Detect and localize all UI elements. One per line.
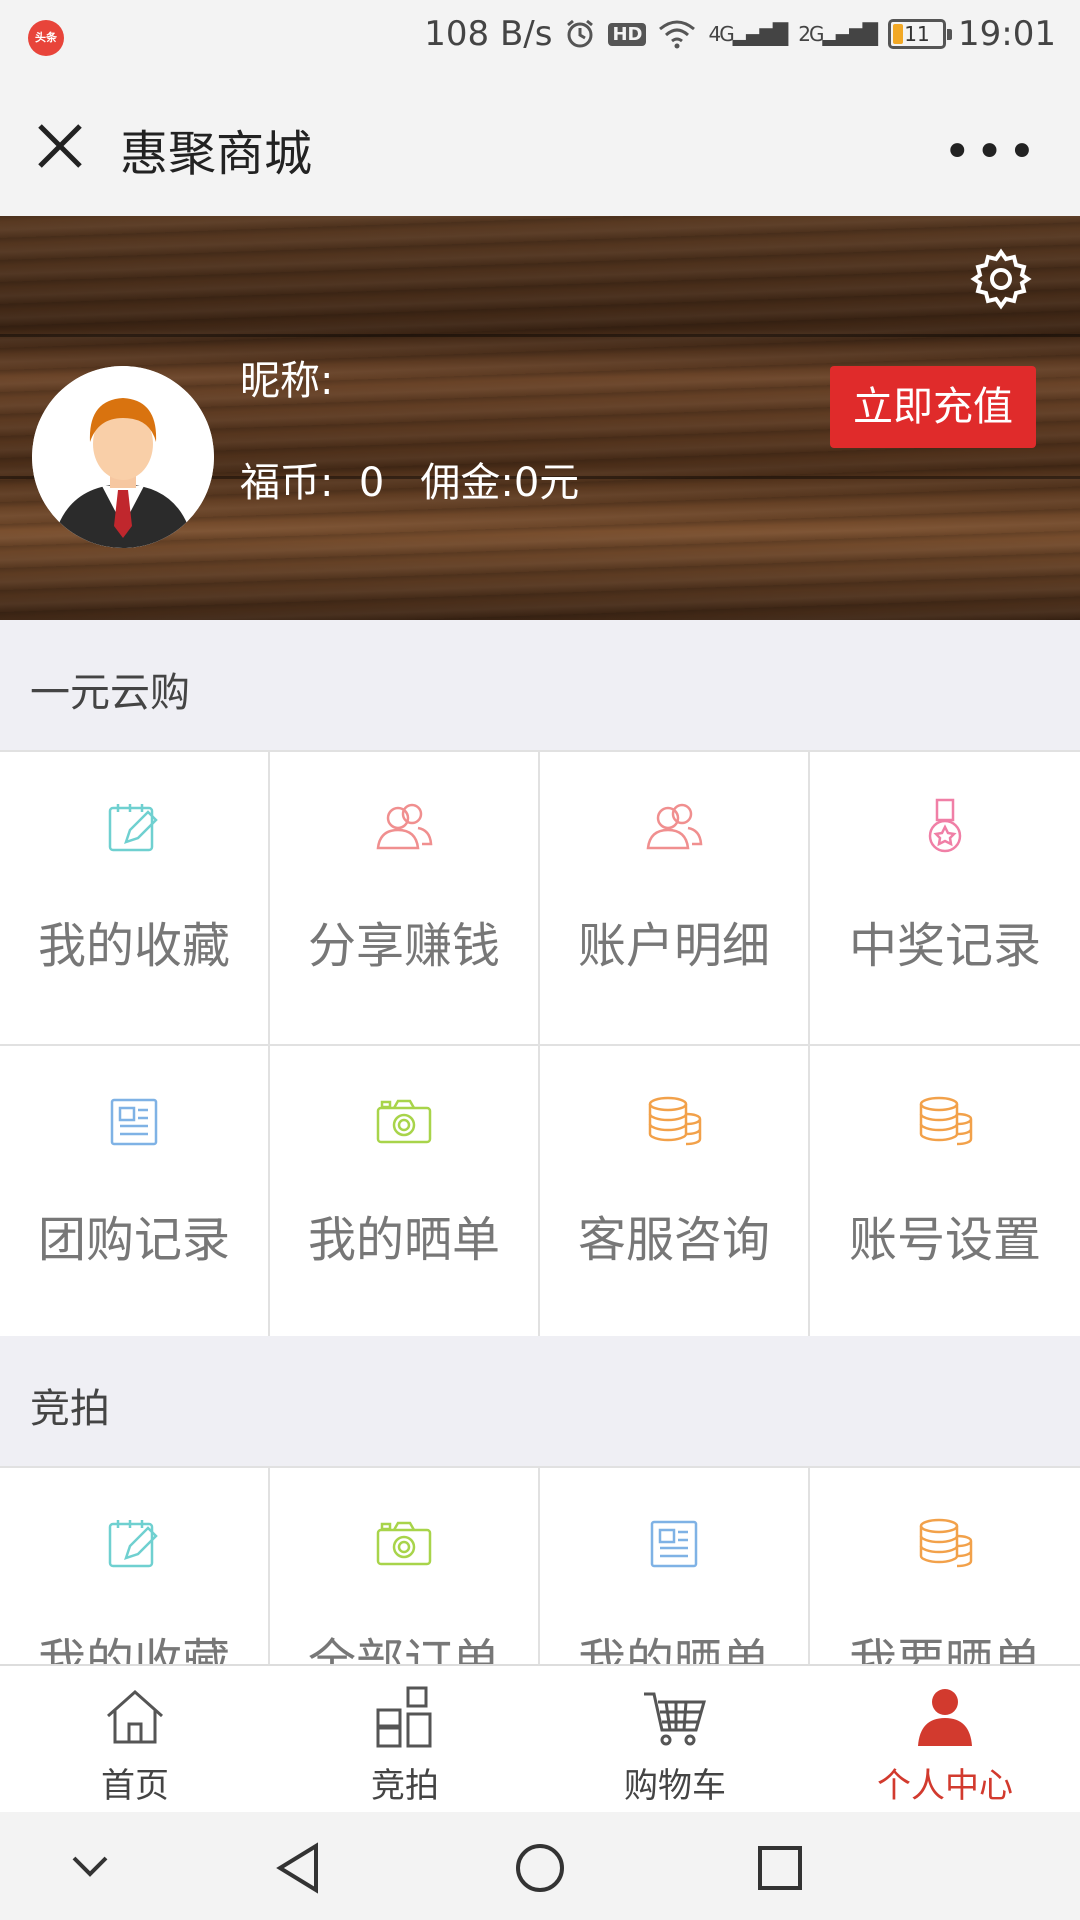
menu-item-account-details[interactable]: 账户明细 [540, 752, 810, 1046]
menu-item-label: 账户明细 [577, 918, 770, 974]
commission-value: 0元 [513, 460, 580, 506]
menu-item-customer-service[interactable]: 客服咨询 [540, 1046, 810, 1340]
commission-label: 佣金: [420, 460, 514, 506]
collapse-icon[interactable] [66, 1842, 114, 1890]
users-icon [376, 803, 433, 850]
menu-item-label: 分享赚钱 [307, 918, 500, 974]
section-header-yiyuan: 一元云购 [0, 620, 1080, 750]
document-icon [650, 1520, 698, 1568]
coins-icon [648, 1096, 702, 1146]
camera-icon [376, 1099, 432, 1144]
tab-label: 首页 [101, 1766, 169, 1806]
page: 头条 108 B/s HD 4G▂▄▆█ 2G▂▄▆█ 11 19:01 惠聚商… [0, 0, 1080, 1920]
tab-profile[interactable]: 个人中心 [810, 1666, 1080, 1812]
tab-auction[interactable]: 竞拍 [270, 1666, 540, 1812]
coins-icon [919, 1518, 973, 1568]
menu-item-label: 我的晒单 [307, 1212, 500, 1268]
section-title: 一元云购 [30, 670, 190, 716]
menu-item-prize-records[interactable]: 中奖记录 [810, 752, 1080, 1046]
tab-cart[interactable]: 购物车 [540, 1666, 810, 1812]
profile-banner: 昵称: 福币: 0 佣金:0元 立即充值 [0, 216, 1080, 620]
coins-value: 0 [358, 460, 385, 506]
menu-item-favorites[interactable]: 我的收藏 [0, 752, 270, 1046]
coins-label: 福币: [240, 460, 334, 506]
section-title: 竞拍 [30, 1386, 110, 1432]
signal-4g-icon: 4G▂▄▆█ [708, 22, 788, 46]
close-icon[interactable] [32, 118, 88, 174]
balance-row: 福币: 0 佣金:0元 [240, 450, 579, 508]
camera-icon [376, 1521, 432, 1566]
avatar-image [32, 366, 214, 548]
bottom-tab-bar: 首页 竞拍 购物车 个人中心 [0, 1664, 1080, 1812]
back-icon[interactable] [272, 1842, 324, 1894]
wifi-icon [659, 20, 696, 49]
battery-icon: 11 [888, 19, 953, 49]
menu-item-my-shares[interactable]: 我的晒单 [270, 1046, 540, 1340]
menu-item-share-earn[interactable]: 分享赚钱 [270, 752, 540, 1046]
recents-icon[interactable] [754, 1842, 806, 1894]
tab-home[interactable]: 首页 [0, 1666, 270, 1812]
app-badge-icon: 头条 [28, 20, 64, 56]
net1-label: 4G [708, 22, 734, 46]
net-speed: 108 B/s [424, 14, 553, 54]
avatar[interactable] [32, 366, 214, 548]
users-icon [646, 803, 703, 850]
menu-item-label: 我的收藏 [37, 918, 230, 974]
clock: 19:01 [958, 14, 1056, 54]
tab-label: 个人中心 [877, 1766, 1013, 1806]
tab-label: 竞拍 [371, 1766, 439, 1806]
status-bar-right: 108 B/s HD 4G▂▄▆█ 2G▂▄▆█ 11 19:01 [424, 14, 1056, 54]
edit-icon [108, 1520, 158, 1568]
tab-label: 购物车 [624, 1766, 726, 1806]
home-icon [107, 1689, 163, 1744]
menu-item-account-settings[interactable]: 账号设置 [810, 1046, 1080, 1340]
medal-icon [928, 798, 962, 853]
section-header-auction: 竞拍 [0, 1336, 1080, 1466]
alarm-icon [567, 19, 594, 48]
menu-item-label: 中奖记录 [848, 918, 1041, 974]
coins-group: 福币: 0 [240, 450, 384, 508]
document-icon [110, 1098, 158, 1146]
commission-group: 佣金:0元 [420, 450, 579, 508]
more-button[interactable]: ••• [943, 124, 1040, 180]
wood-seam [0, 334, 1080, 337]
grid-icon [376, 1686, 432, 1748]
net2-label: 2G [798, 22, 824, 46]
menu-item-label: 账号设置 [848, 1212, 1041, 1268]
signal-2g-icon: 2G▂▄▆█ [798, 22, 878, 46]
hd-icon: HD [608, 22, 647, 46]
title-bar: 惠聚商城 ••• [0, 74, 1080, 216]
cart-icon [644, 1692, 706, 1746]
section1-grid: 我的收藏 分享赚钱 账户明细 中奖记录 团购记录 我的晒单 客服咨询 账号设置 [0, 750, 1080, 1340]
status-bar: 头条 108 B/s HD 4G▂▄▆█ 2G▂▄▆█ 11 19:01 [0, 0, 1080, 74]
home-circle-icon[interactable] [514, 1842, 566, 1894]
menu-item-group-buy-records[interactable]: 团购记录 [0, 1046, 270, 1340]
system-nav-bar [0, 1812, 1080, 1920]
menu-item-label: 团购记录 [37, 1212, 230, 1268]
nickname-label: 昵称: [240, 358, 334, 404]
coins-icon [919, 1096, 973, 1146]
menu-item-label: 客服咨询 [577, 1212, 770, 1268]
gear-icon[interactable] [968, 246, 1034, 312]
edit-icon [108, 804, 158, 852]
person-icon [918, 1689, 972, 1746]
recharge-button[interactable]: 立即充值 [830, 366, 1036, 448]
page-title: 惠聚商城 [120, 126, 313, 182]
